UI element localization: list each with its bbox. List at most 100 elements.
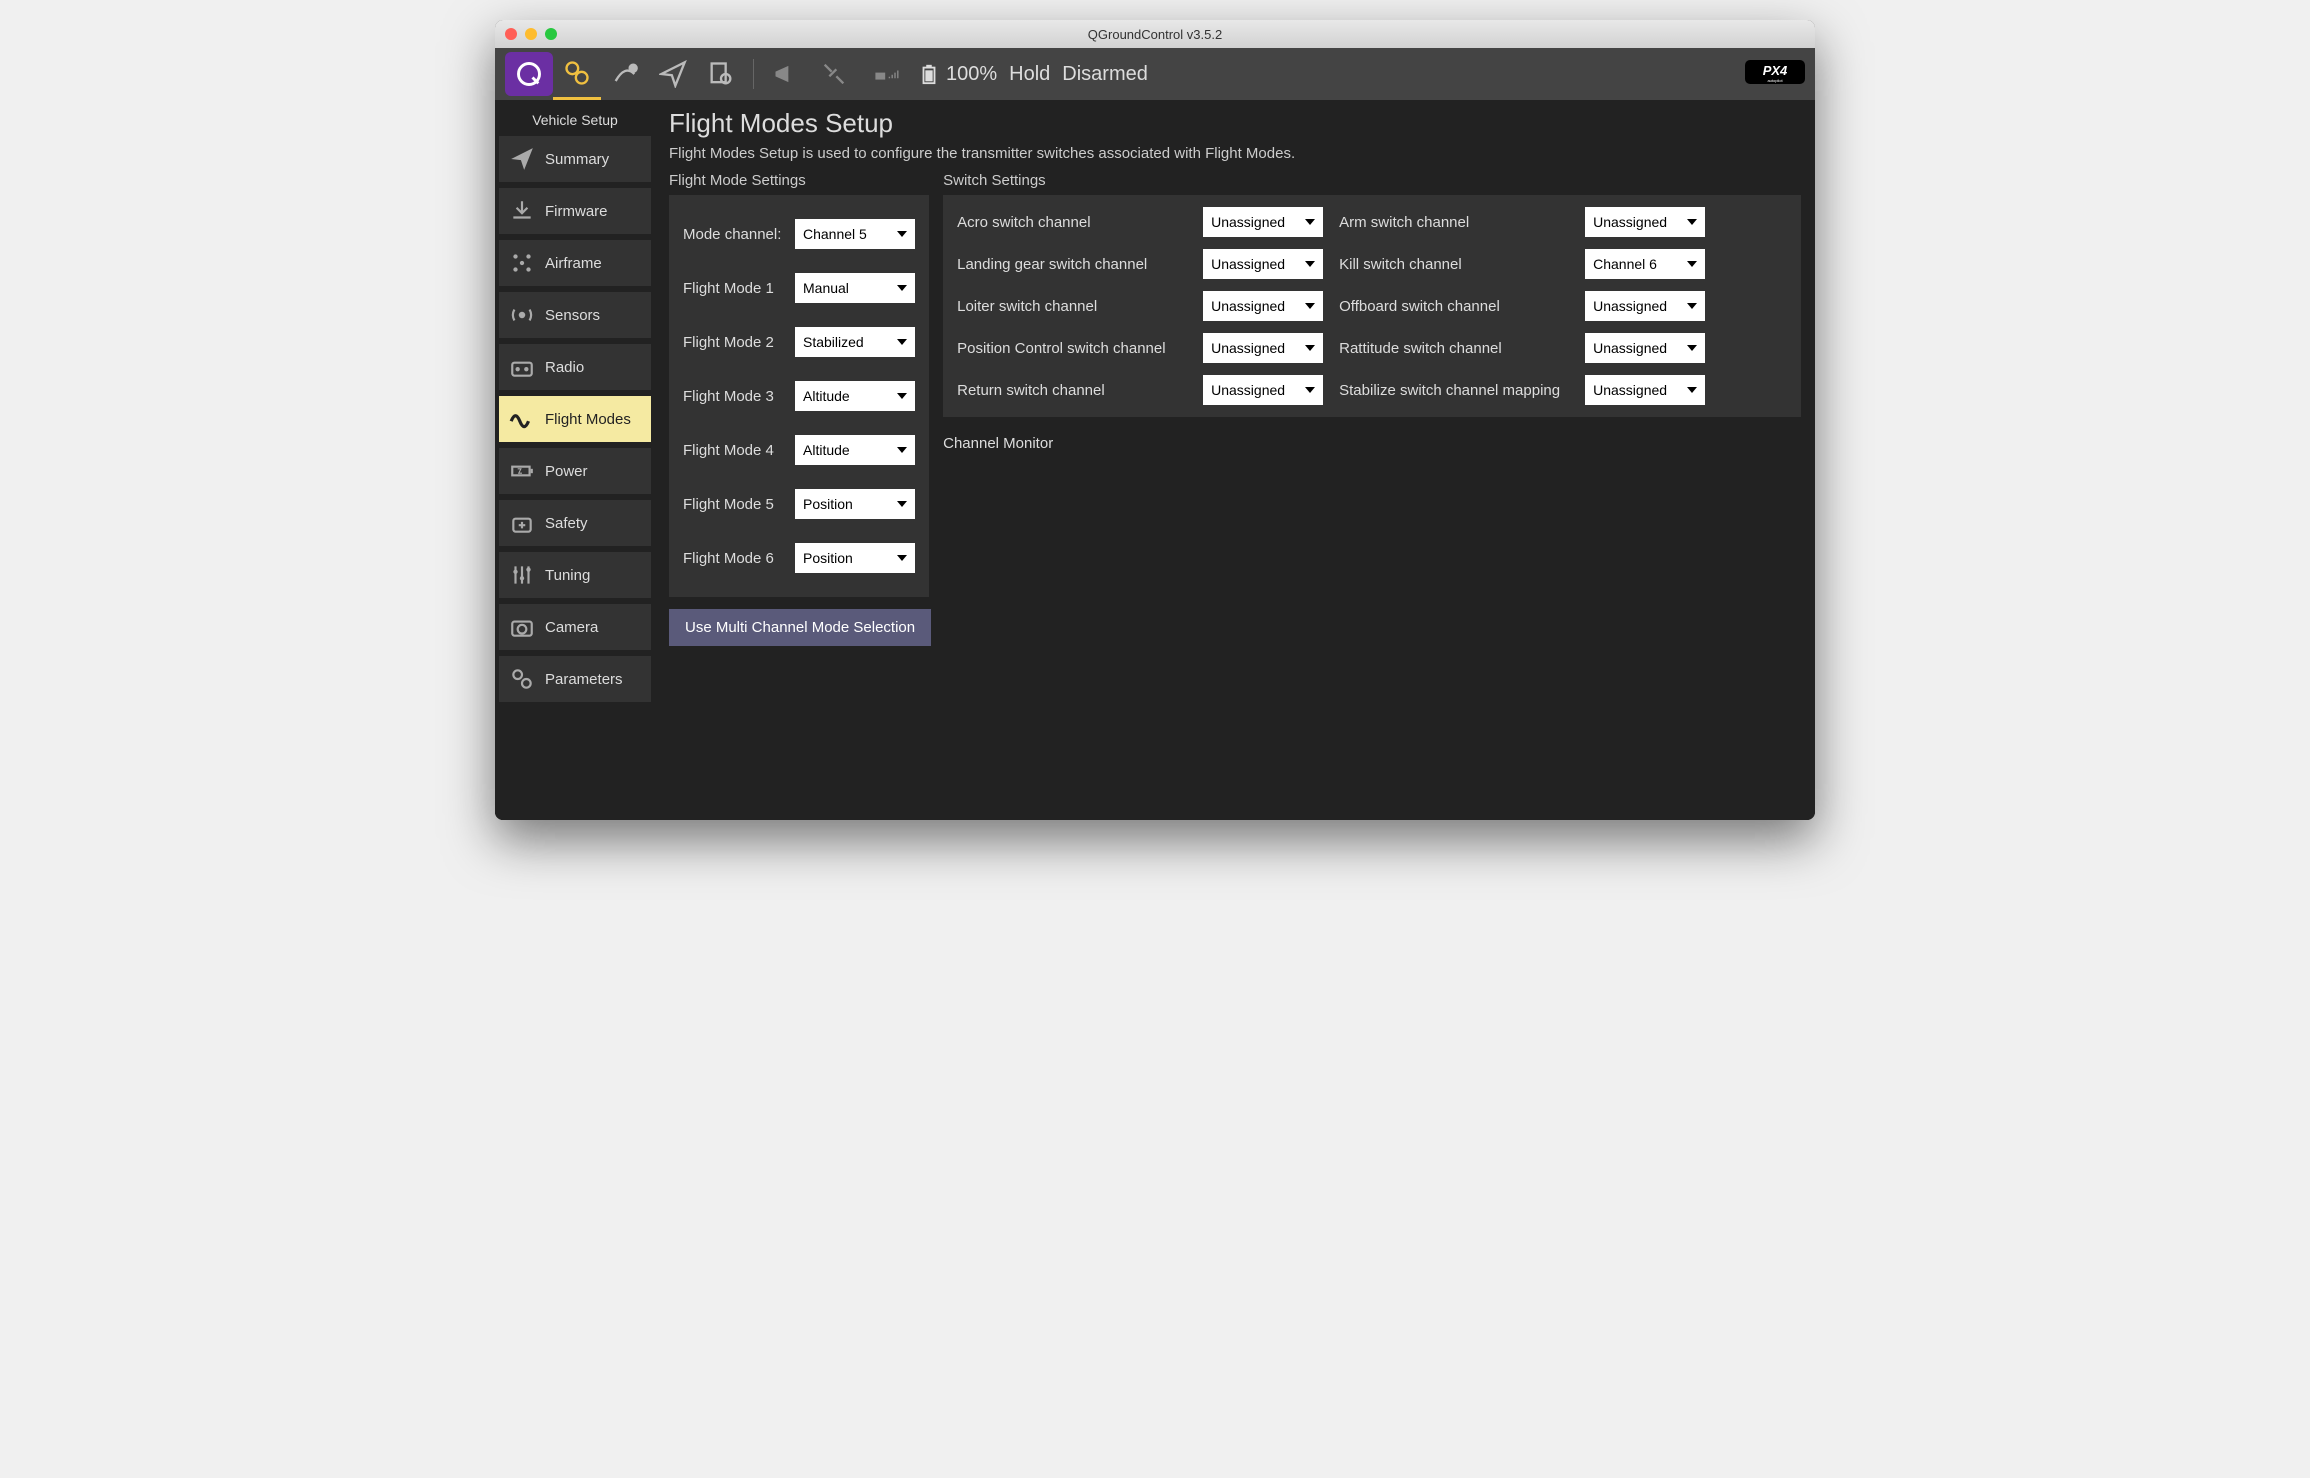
sidebar-item-summary[interactable]: Summary — [499, 136, 651, 182]
rc-button[interactable] — [858, 52, 918, 96]
fly-view-button[interactable] — [649, 52, 697, 96]
fm1-combo[interactable]: Manual — [795, 273, 915, 303]
arm-switch-combo[interactable]: Unassigned — [1585, 207, 1705, 237]
sw-label: Position Control switch channel — [957, 340, 1187, 357]
flight-mode-text[interactable]: Hold — [1009, 63, 1050, 86]
paper-plane-icon — [659, 60, 687, 88]
sw-label: Return switch channel — [957, 382, 1187, 399]
sidebar-item-parameters[interactable]: Parameters — [499, 656, 651, 702]
combo-value: Unassigned — [1593, 340, 1667, 356]
return-switch-combo[interactable]: Unassigned — [1203, 375, 1323, 405]
fm-label: Flight Mode 2 — [683, 334, 774, 351]
combo-value: Unassigned — [1593, 214, 1667, 230]
combo-value: Unassigned — [1593, 382, 1667, 398]
chevron-down-icon — [1687, 261, 1697, 267]
sidebar-item-power[interactable]: Power — [499, 448, 651, 494]
rattitude-switch-combo[interactable]: Unassigned — [1585, 333, 1705, 363]
multi-channel-button[interactable]: Use Multi Channel Mode Selection — [669, 609, 931, 646]
fm6-combo[interactable]: Position — [795, 543, 915, 573]
mode-channel-row: Mode channel: Channel 5 — [683, 207, 915, 261]
fm5-combo[interactable]: Position — [795, 489, 915, 519]
chevron-down-icon — [1305, 219, 1315, 225]
acro-switch-combo[interactable]: Unassigned — [1203, 207, 1323, 237]
landing-gear-switch-combo[interactable]: Unassigned — [1203, 249, 1323, 279]
sidebar-item-radio[interactable]: Radio — [499, 344, 651, 390]
page-description: Flight Modes Setup is used to configure … — [669, 145, 1801, 162]
svg-text:autopilot: autopilot — [1767, 78, 1783, 83]
messages-button[interactable] — [762, 52, 810, 96]
sidebar-item-camera[interactable]: Camera — [499, 604, 651, 650]
chevron-down-icon — [1305, 345, 1315, 351]
fm-label: Flight Mode 1 — [683, 280, 774, 297]
gears-icon — [563, 59, 591, 87]
channel-monitor-title: Channel Monitor — [943, 435, 1801, 452]
fm4-combo[interactable]: Altitude — [795, 435, 915, 465]
kill-switch-combo[interactable]: Channel 6 — [1585, 249, 1705, 279]
sw-panel: Acro switch channel Unassigned Arm switc… — [943, 195, 1801, 417]
fm2-combo[interactable]: Stabilized — [795, 327, 915, 357]
gps-button[interactable] — [810, 52, 858, 96]
arm-state-text[interactable]: Disarmed — [1062, 63, 1148, 86]
sidebar-item-label: Safety — [545, 515, 588, 532]
combo-value: Altitude — [803, 442, 850, 458]
fm3-combo[interactable]: Altitude — [795, 381, 915, 411]
offboard-switch-combo[interactable]: Unassigned — [1585, 291, 1705, 321]
page-title: Flight Modes Setup — [669, 108, 1801, 139]
stabilize-switch-combo[interactable]: Unassigned — [1585, 375, 1705, 405]
sidebar-item-label: Parameters — [545, 671, 623, 688]
sidebar-item-safety[interactable]: Safety — [499, 500, 651, 546]
px4-brand: PX4autopilot — [1745, 58, 1805, 91]
waypoint-icon — [611, 60, 639, 88]
sidebar-item-flight-modes[interactable]: Flight Modes — [499, 396, 651, 442]
plan-view-button[interactable] — [601, 52, 649, 96]
combo-value: Unassigned — [1211, 214, 1285, 230]
mode-channel-combo[interactable]: Channel 5 — [795, 219, 915, 249]
sidebar-item-firmware[interactable]: Firmware — [499, 188, 651, 234]
app-logo-button[interactable] — [505, 52, 553, 96]
setup-view-button[interactable] — [553, 48, 601, 100]
combo-value: Manual — [803, 280, 849, 296]
loiter-switch-combo[interactable]: Unassigned — [1203, 291, 1323, 321]
sidebar-item-label: Airframe — [545, 255, 602, 272]
paper-plane-icon — [509, 146, 535, 172]
svg-text:PX4: PX4 — [1763, 63, 1788, 78]
combo-value: Channel 5 — [803, 226, 867, 242]
switch-settings-column: Switch Settings Acro switch channel Unas… — [943, 172, 1801, 452]
posctl-switch-combo[interactable]: Unassigned — [1203, 333, 1323, 363]
sw-label: Kill switch channel — [1339, 256, 1569, 273]
medkit-icon — [509, 510, 535, 536]
camera-icon — [509, 614, 535, 640]
sidebar-item-airframe[interactable]: Airframe — [499, 240, 651, 286]
combo-value: Unassigned — [1211, 256, 1285, 272]
combo-value: Channel 6 — [1593, 256, 1657, 272]
sensors-icon — [509, 302, 535, 328]
sw-label: Rattitude switch channel — [1339, 340, 1569, 357]
sw-label: Arm switch channel — [1339, 214, 1569, 231]
chevron-down-icon — [1305, 261, 1315, 267]
battery-percent: 100% — [946, 63, 997, 86]
chevron-down-icon — [1687, 219, 1697, 225]
battery-icon — [918, 63, 940, 85]
sidebar-item-label: Radio — [545, 359, 584, 376]
flight-modes-icon — [509, 406, 535, 432]
radio-icon — [509, 354, 535, 380]
document-search-icon — [707, 60, 735, 88]
sw-label: Offboard switch channel — [1339, 298, 1569, 315]
combo-value: Stabilized — [803, 334, 864, 350]
analyze-view-button[interactable] — [697, 52, 745, 96]
sidebar-item-sensors[interactable]: Sensors — [499, 292, 651, 338]
battery-icon — [509, 458, 535, 484]
titlebar: QGroundControl v3.5.2 — [495, 20, 1815, 48]
megaphone-icon — [772, 60, 800, 88]
fm-label: Flight Mode 3 — [683, 388, 774, 405]
sidebar-item-label: Power — [545, 463, 588, 480]
chevron-down-icon — [897, 285, 907, 291]
satellite-icon — [820, 60, 848, 88]
fm-label: Flight Mode 6 — [683, 550, 774, 567]
fms-panel: Mode channel: Channel 5 Flight Mode 1 Man… — [669, 195, 929, 597]
sw-title: Switch Settings — [943, 172, 1801, 189]
combo-value: Position — [803, 550, 853, 566]
flight-mode-settings-column: Flight Mode Settings Mode channel: Chann… — [669, 172, 931, 646]
gears-icon — [509, 666, 535, 692]
sidebar-item-tuning[interactable]: Tuning — [499, 552, 651, 598]
